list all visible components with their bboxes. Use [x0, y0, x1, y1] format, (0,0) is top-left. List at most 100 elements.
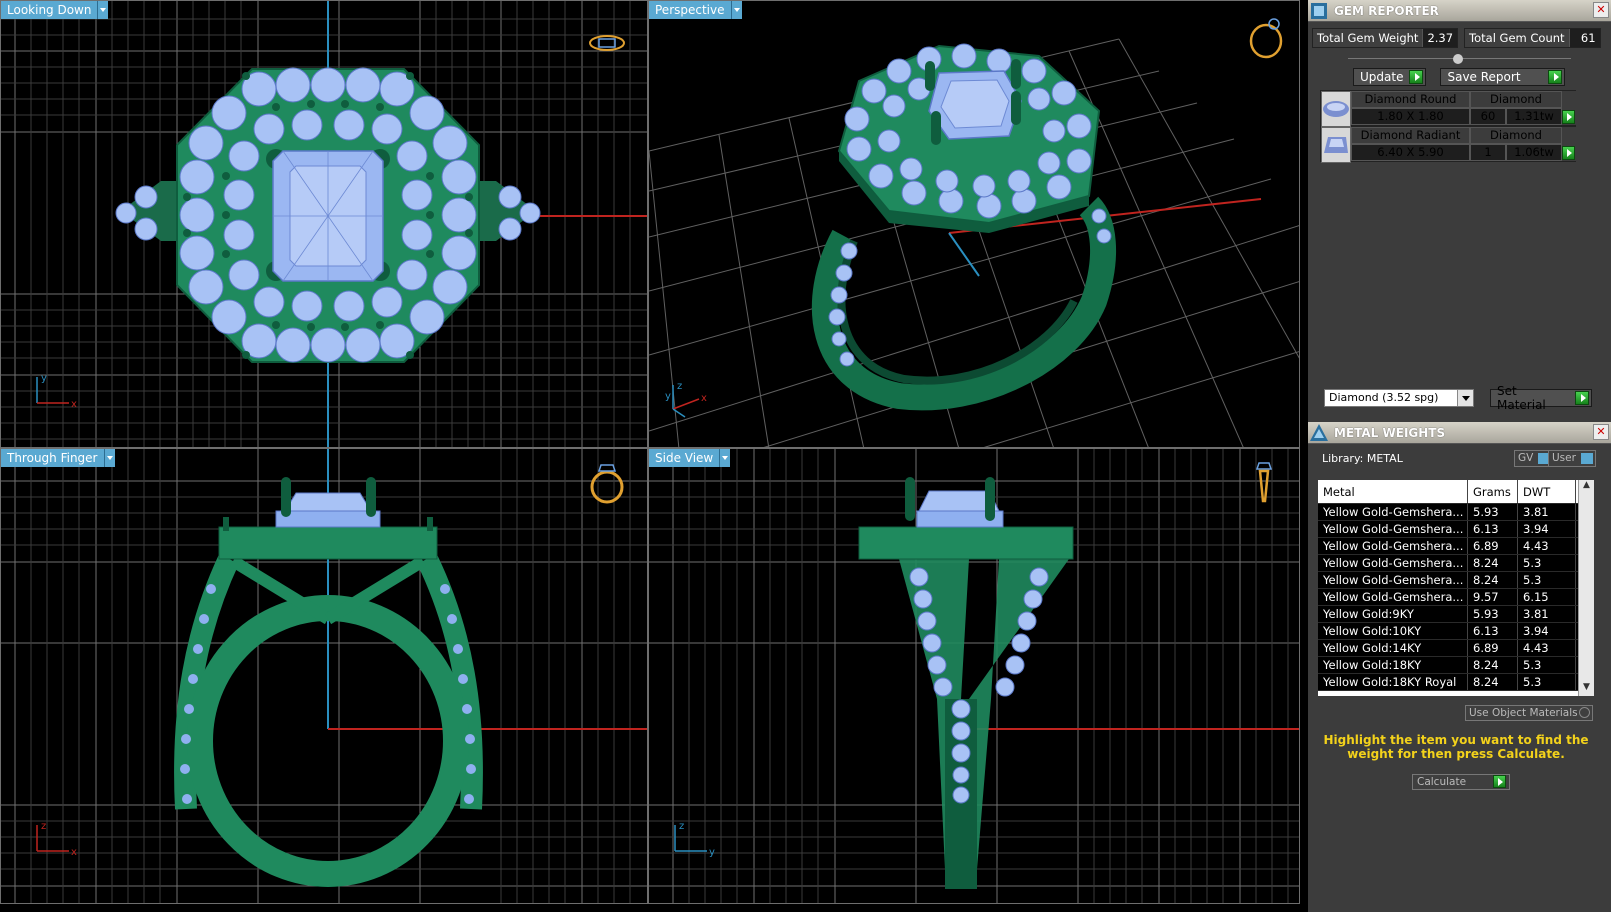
gem-reporter-title: GEM REPORTER	[1334, 3, 1439, 18]
view-cube-ring-front-icon[interactable]	[587, 457, 627, 507]
table-row[interactable]: Yellow Gold-Gemshera... 6.89 4.43	[1318, 538, 1594, 555]
table-row[interactable]: Yellow Gold:18KY 8.24 5.3	[1318, 657, 1594, 674]
table-row[interactable]: Yellow Gold-Gemshera... 8.24 5.3	[1318, 555, 1594, 572]
total-gem-count-label: Total Gem Count	[1465, 29, 1570, 47]
play-icon	[1493, 775, 1506, 788]
view-cube-ring-perspective-icon[interactable]	[1244, 15, 1288, 61]
perspective-scene	[649, 38, 1299, 447]
viewport-title-through-finger[interactable]: Through Finger	[1, 449, 115, 467]
viewport-looking-down[interactable]: Looking Down y x	[0, 0, 648, 448]
gem-reporter-logo-icon	[1308, 0, 1330, 22]
cell-metal: Yellow Gold:10KY	[1318, 623, 1468, 639]
library-row: Library: METAL GV User	[1308, 444, 1611, 474]
viewport-through-finger[interactable]: Through Finger z x	[0, 448, 648, 904]
cell-dwt: 3.81	[1518, 504, 1576, 520]
gem-name: Diamond Radiant	[1351, 127, 1470, 144]
diamond-round-icon	[1321, 91, 1351, 127]
cell-dwt: 5.3	[1518, 674, 1576, 690]
user-toggle[interactable]: User	[1548, 450, 1596, 467]
set-material-button[interactable]: Set Material	[1490, 384, 1592, 412]
chevron-down-icon[interactable]	[1457, 390, 1473, 406]
update-label: Update	[1360, 70, 1404, 84]
column-header-metal[interactable]: Metal	[1318, 480, 1468, 503]
cell-grams: 6.89	[1468, 538, 1518, 554]
gem-weight: 1.06tw	[1506, 144, 1562, 161]
cell-dwt: 4.43	[1518, 640, 1576, 656]
cell-dwt: 3.81	[1518, 606, 1576, 622]
table-row[interactable]: Yellow Gold:18KY Royal 8.24 5.3	[1318, 674, 1594, 691]
metal-weights-table[interactable]: Metal Grams DWT Yellow Gold-Gemshera... 5…	[1318, 480, 1594, 696]
viewport-label: Side View	[649, 449, 720, 467]
viewport-side-view[interactable]: Side View z y	[648, 448, 1300, 904]
calculate-label: Calculate	[1417, 776, 1467, 788]
axis-y-label: y	[41, 373, 47, 384]
viewport-menu-dropdown-icon[interactable]	[730, 1, 742, 19]
table-scrollbar[interactable]: ▲ ▼	[1578, 480, 1594, 696]
save-report-label: Save Report	[1447, 70, 1521, 84]
cell-grams: 9.57	[1468, 589, 1518, 605]
save-report-button[interactable]: Save Report	[1440, 68, 1566, 86]
viewport-title-side-view[interactable]: Side View	[649, 449, 731, 467]
gem-row-diamond-radiant[interactable]: Diamond Radiant Diamond 6.40 X 5.90 1 1.…	[1320, 126, 1577, 163]
scroll-down-icon[interactable]: ▼	[1579, 682, 1594, 696]
play-icon	[1409, 70, 1424, 84]
cell-metal: Yellow Gold-Gemshera...	[1318, 555, 1468, 571]
gem-name: Diamond Round	[1351, 91, 1470, 108]
axis-z-label: z	[41, 821, 46, 832]
viewport-menu-dropdown-icon[interactable]	[97, 1, 109, 19]
cell-metal: Yellow Gold-Gemshera...	[1318, 538, 1468, 554]
gem-select-play-icon[interactable]	[1562, 109, 1575, 124]
column-header-grams[interactable]: Grams	[1468, 480, 1518, 503]
axis-y-label: y	[709, 847, 715, 858]
gem-row-diamond-round[interactable]: Diamond Round Diamond 1.80 X 1.80 60 1.3…	[1320, 90, 1577, 127]
calculate-button[interactable]: Calculate	[1412, 774, 1510, 790]
metal-weights-logo-icon	[1308, 422, 1330, 444]
viewport-perspective[interactable]: Perspective z y x	[648, 0, 1300, 448]
view-cube-ring-top-icon[interactable]	[587, 31, 627, 55]
column-header-dwt[interactable]: DWT	[1518, 480, 1576, 503]
total-gem-weight-field: Total Gem Weight 2.37	[1312, 28, 1459, 48]
view-cube-ring-side-icon[interactable]	[1249, 457, 1279, 507]
library-label: Library: METAL	[1322, 452, 1403, 465]
splitter-handle[interactable]	[1308, 54, 1611, 64]
use-object-materials-toggle[interactable]: Use Object Materials	[1465, 705, 1593, 721]
table-row[interactable]: Yellow Gold-Gemshera... 5.93 3.81	[1318, 504, 1594, 521]
cell-dwt: 3.94	[1518, 623, 1576, 639]
gem-reporter-header: GEM REPORTER ✕	[1308, 0, 1611, 22]
metal-weights-title: METAL WEIGHTS	[1334, 425, 1446, 440]
cell-grams: 8.24	[1468, 555, 1518, 571]
cell-grams: 6.13	[1468, 623, 1518, 639]
set-material-label: Set Material	[1497, 384, 1546, 412]
table-row[interactable]: Yellow Gold:14KY 6.89 4.43	[1318, 640, 1594, 657]
viewport-menu-dropdown-icon[interactable]	[719, 449, 731, 467]
total-gem-count-field: Total Gem Count 61	[1464, 28, 1601, 48]
table-row[interactable]: Yellow Gold-Gemshera... 6.13 3.94	[1318, 521, 1594, 538]
gem-reporter-panel: GEM REPORTER ✕ Total Gem Weight 2.37 Tot…	[1308, 0, 1611, 422]
material-select-value: Diamond (3.52 spg)	[1329, 391, 1439, 404]
gem-reporter-close-icon[interactable]: ✕	[1593, 2, 1609, 18]
calculate-instruction: Highlight the item you want to find the …	[1323, 733, 1589, 761]
cell-dwt: 5.3	[1518, 572, 1576, 588]
table-row[interactable]: Yellow Gold-Gemshera... 8.24 5.3	[1318, 572, 1594, 589]
viewport-title-looking-down[interactable]: Looking Down	[1, 1, 109, 19]
axis-x-label: x	[71, 847, 77, 858]
viewport-title-perspective[interactable]: Perspective	[649, 1, 742, 19]
play-icon	[1548, 70, 1563, 84]
play-icon	[1575, 391, 1589, 405]
axis-z-label: z	[677, 381, 682, 392]
material-select[interactable]: Diamond (3.52 spg)	[1324, 389, 1474, 407]
table-row[interactable]: Yellow Gold-Gemshera... 9.57 6.15	[1318, 589, 1594, 606]
axis-x-label: x	[71, 399, 77, 410]
cell-grams: 6.89	[1468, 640, 1518, 656]
viewport-menu-dropdown-icon[interactable]	[103, 449, 115, 467]
viewport-label: Perspective	[649, 1, 731, 19]
gem-select-play-icon[interactable]	[1562, 145, 1575, 160]
metal-weights-close-icon[interactable]: ✕	[1593, 424, 1609, 440]
table-row[interactable]: Yellow Gold:10KY 6.13 3.94	[1318, 623, 1594, 640]
cell-metal: Yellow Gold-Gemshera...	[1318, 572, 1468, 588]
update-button[interactable]: Update	[1353, 68, 1427, 86]
table-row[interactable]: Yellow Gold:9KY 5.93 3.81	[1318, 606, 1594, 623]
total-gem-weight-label: Total Gem Weight	[1313, 29, 1424, 47]
scroll-up-icon[interactable]: ▲	[1579, 480, 1594, 494]
user-label: User	[1552, 452, 1576, 464]
